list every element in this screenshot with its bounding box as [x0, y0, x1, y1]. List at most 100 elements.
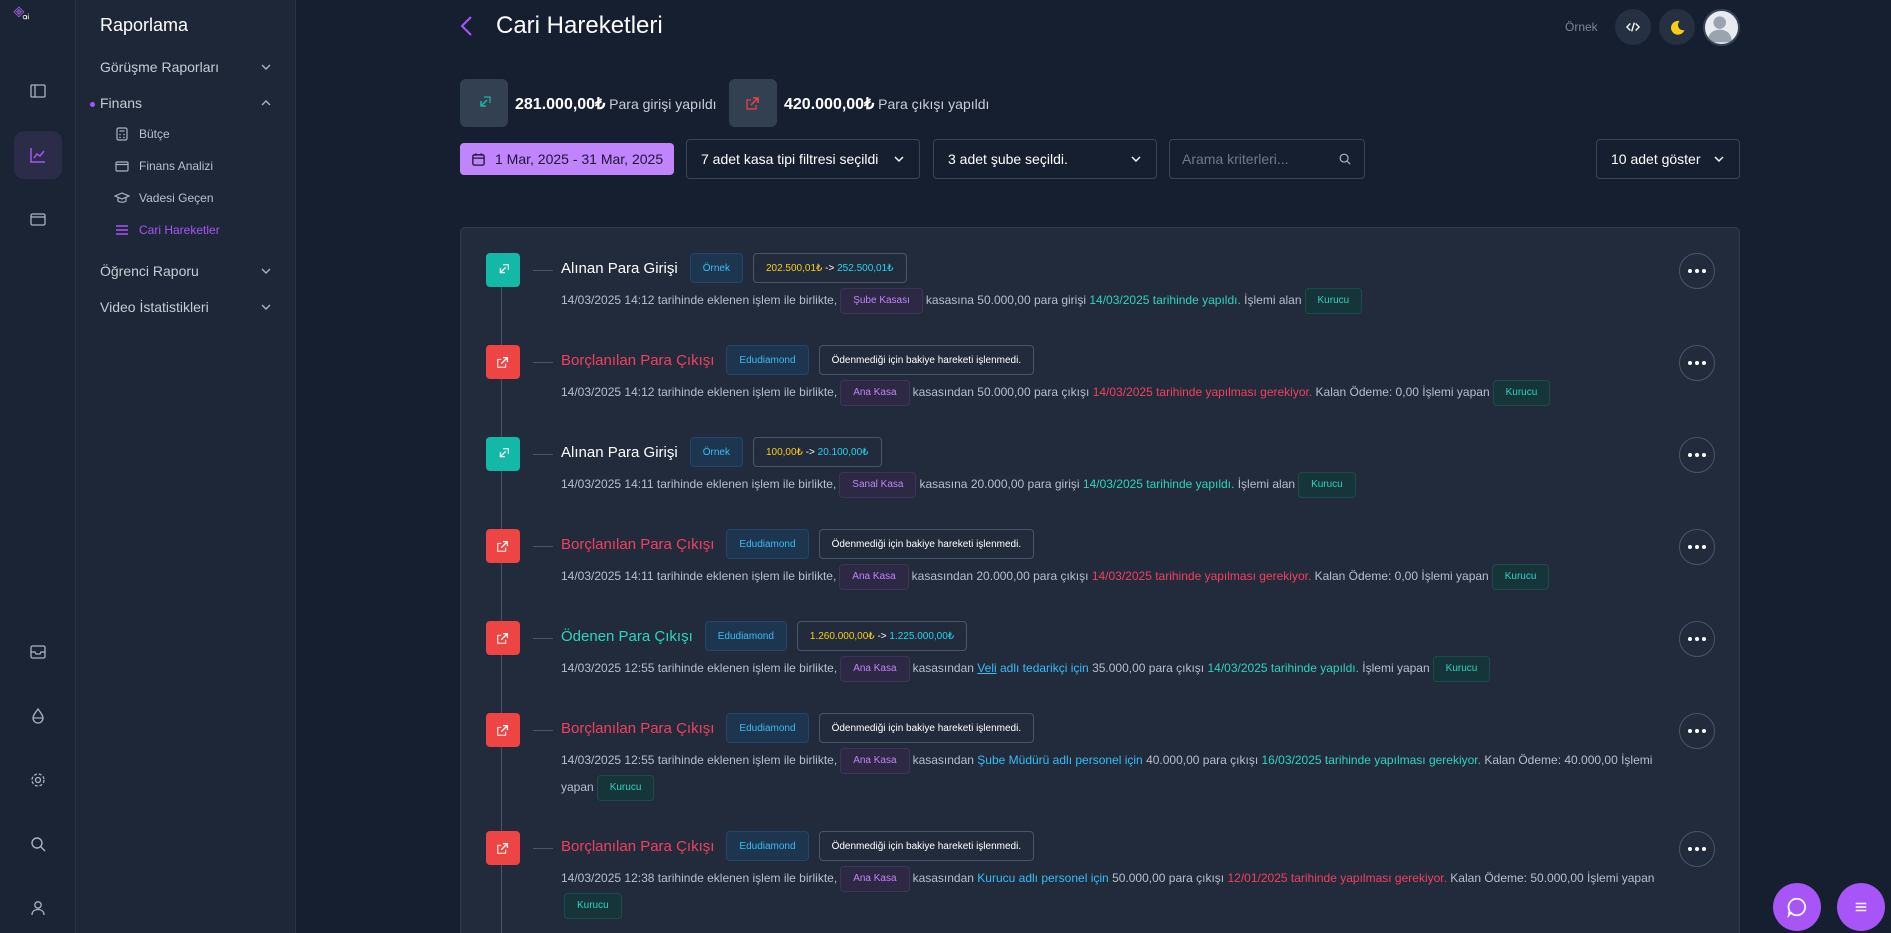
description-text: Kalan Ödeme: 0,00 İşlemi yapan	[1314, 569, 1489, 583]
back-arrow-icon[interactable]	[458, 14, 476, 38]
expense-stat-icon-box	[729, 79, 777, 127]
timeline-connector	[533, 270, 553, 271]
income-type-icon	[486, 253, 520, 287]
more-options-button[interactable]	[1679, 253, 1715, 289]
transaction-date-status: 16/03/2025 tarihinde yapılması gerekiyor…	[1261, 753, 1481, 767]
gear-icon[interactable]	[14, 756, 62, 804]
app-logo[interactable]	[12, 5, 64, 49]
sidebar-group-label: Video İstatistikleri	[100, 299, 209, 315]
description-text: kasasından 20.000,00 para çıkışı	[911, 569, 1089, 583]
menu-fab-button[interactable]	[1837, 883, 1885, 931]
kasa-tag: Şube Kasası	[840, 287, 923, 314]
page-size-select[interactable]: 10 adet göster	[1596, 139, 1740, 179]
kasa-type-filter-select[interactable]: 7 adet kasa tipi filtresi seçildi	[686, 139, 920, 179]
branch-badge: Edudiamond	[726, 831, 809, 861]
sidebar-group-gorusme-raporlari[interactable]: Görüşme Raporları	[100, 55, 272, 79]
balance-change: 202.500,01₺ -> 252.500,01₺	[752, 253, 907, 283]
chat-fab-button[interactable]	[1773, 883, 1821, 931]
sube-filter-select[interactable]: 3 adet şube seçildi.	[933, 139, 1157, 179]
chart-icon[interactable]	[14, 131, 62, 179]
timeline-connector	[533, 848, 553, 849]
person-description: adlı tedarikçi için	[1000, 661, 1089, 675]
expense-text: Para çıkışı yapıldı	[878, 96, 990, 112]
kasa-tag: Ana Kasa	[840, 655, 910, 682]
moon-icon	[1670, 20, 1684, 35]
transaction-date-status: 14/03/2025 tarihinde yapıldı.	[1089, 293, 1241, 307]
sidebar-item-label: Cari Hareketler	[139, 223, 220, 237]
code-toggle-button[interactable]	[1615, 9, 1651, 45]
description-text: kasasından	[912, 753, 974, 767]
hamburger-icon	[1855, 902, 1867, 912]
more-options-button[interactable]	[1679, 621, 1715, 657]
sidebar-item-finans-analizi[interactable]: Finans Analizi	[114, 156, 213, 176]
role-tag: Kurucu	[1298, 471, 1356, 498]
description-text: kasasından 50.000,00 para çıkışı	[912, 385, 1090, 399]
expense-type-icon	[486, 345, 520, 379]
sidebar-item-label: Finans Analizi	[139, 159, 214, 173]
more-options-button[interactable]	[1679, 713, 1715, 749]
user-icon[interactable]	[14, 884, 62, 932]
description-text: 14/03/2025 14:11 tarihinde eklenen işlem…	[561, 477, 837, 491]
search-icon[interactable]	[14, 820, 62, 868]
page-size-value: 10 adet göster	[1611, 151, 1701, 167]
transaction-description: 14/03/2025 14:11 tarihinde eklenen işlem…	[561, 471, 1661, 498]
transactions-panel: Alınan Para Girişi Örnek 202.500,01₺ -> …	[460, 227, 1740, 933]
sidebar-item-butce[interactable]: Bütçe	[114, 124, 170, 144]
date-range-picker[interactable]: 1 Mar, 2025 - 31 Mar, 2025	[460, 143, 674, 175]
transaction-title: Borçlanılan Para Çıkışı	[561, 351, 715, 369]
expense-stat: 420.000,00₺ Para çıkışı yapıldı	[784, 94, 989, 114]
description-text: 40.000,00 para çıkışı	[1146, 753, 1259, 767]
balance-from: 202.500,01₺	[765, 262, 823, 274]
description-text: 14/03/2025 14:12 tarihinde eklenen işlem…	[561, 293, 838, 307]
description-text: İşlemi alan	[1237, 477, 1296, 491]
transaction-title: Borçlanılan Para Çıkışı	[561, 837, 715, 855]
balance-to: 1.225.000,00₺	[889, 630, 955, 642]
section-sidebar: Raporlama Görüşme Raporları Finans Bütçe…	[76, 0, 296, 933]
calculator-icon	[116, 127, 128, 141]
sidebar-group-video-istatistikleri[interactable]: Video İstatistikleri	[100, 295, 272, 319]
sidebar-group-label: Görüşme Raporları	[100, 59, 220, 75]
transaction-description: 14/03/2025 12:55 tarihinde eklenen işlem…	[561, 655, 1661, 682]
transaction-header: Alınan Para Girişi Örnek 100,00₺ -> 20.1…	[561, 437, 882, 467]
status-note: Ödenmediği için bakiye hareketi işlenmed…	[818, 529, 1035, 559]
status-note: Ödenmediği için bakiye hareketi işlenmed…	[818, 345, 1035, 375]
sidebar-group-ogrenci-raporu[interactable]: Öğrenci Raporu	[100, 259, 272, 283]
sidebar-item-vadesi-gecen[interactable]: Vadesi Geçen	[114, 188, 214, 208]
sidebar-group-label: Öğrenci Raporu	[100, 263, 199, 279]
drop-icon[interactable]	[14, 692, 62, 740]
more-options-button[interactable]	[1679, 831, 1715, 867]
more-options-button[interactable]	[1679, 529, 1715, 565]
transaction-title: Borçlanılan Para Çıkışı	[561, 719, 715, 737]
sidebar-item-cari-hareketler[interactable]: Cari Hareketler	[114, 220, 220, 240]
wallet-icon[interactable]	[14, 195, 62, 243]
description-text: kasasından	[912, 661, 974, 675]
description-text: kasasından	[912, 871, 974, 885]
search-icon[interactable]	[1338, 152, 1352, 166]
search-input[interactable]	[1182, 151, 1332, 167]
balance-arrow: ->	[825, 262, 835, 274]
menu-book-icon[interactable]	[14, 67, 62, 115]
chevron-down-icon	[261, 304, 271, 310]
chevron-down-icon	[1131, 156, 1141, 162]
more-options-button[interactable]	[1679, 437, 1715, 473]
kasa-tag: Sanal Kasa	[839, 471, 917, 498]
inbox-icon[interactable]	[14, 628, 62, 676]
list-icon	[116, 225, 128, 235]
more-options-button[interactable]	[1679, 345, 1715, 381]
transaction-date-status: 14/03/2025 tarihinde yapılması gerekiyor…	[1091, 569, 1312, 583]
supplier-link[interactable]: Veli	[977, 661, 996, 675]
description-text: İşlemi alan	[1244, 293, 1302, 307]
kasa-tag: Ana Kasa	[839, 563, 909, 590]
transaction-title: Alınan Para Girişi	[561, 443, 678, 461]
expense-type-icon	[486, 713, 520, 747]
icon-rail	[0, 0, 76, 933]
avatar[interactable]	[1703, 9, 1740, 46]
transaction-date-status: 14/03/2025 tarihinde yapıldı.	[1207, 661, 1359, 675]
timeline-connector	[533, 638, 553, 639]
transaction-title: Ödenen Para Çıkışı	[561, 627, 693, 645]
sidebar-group-finans[interactable]: Finans	[100, 91, 272, 115]
search-box[interactable]	[1169, 139, 1365, 179]
expense-type-icon	[486, 529, 520, 563]
theme-toggle-button[interactable]	[1659, 9, 1695, 45]
sidebar-item-label: Vadesi Geçen	[139, 191, 214, 205]
